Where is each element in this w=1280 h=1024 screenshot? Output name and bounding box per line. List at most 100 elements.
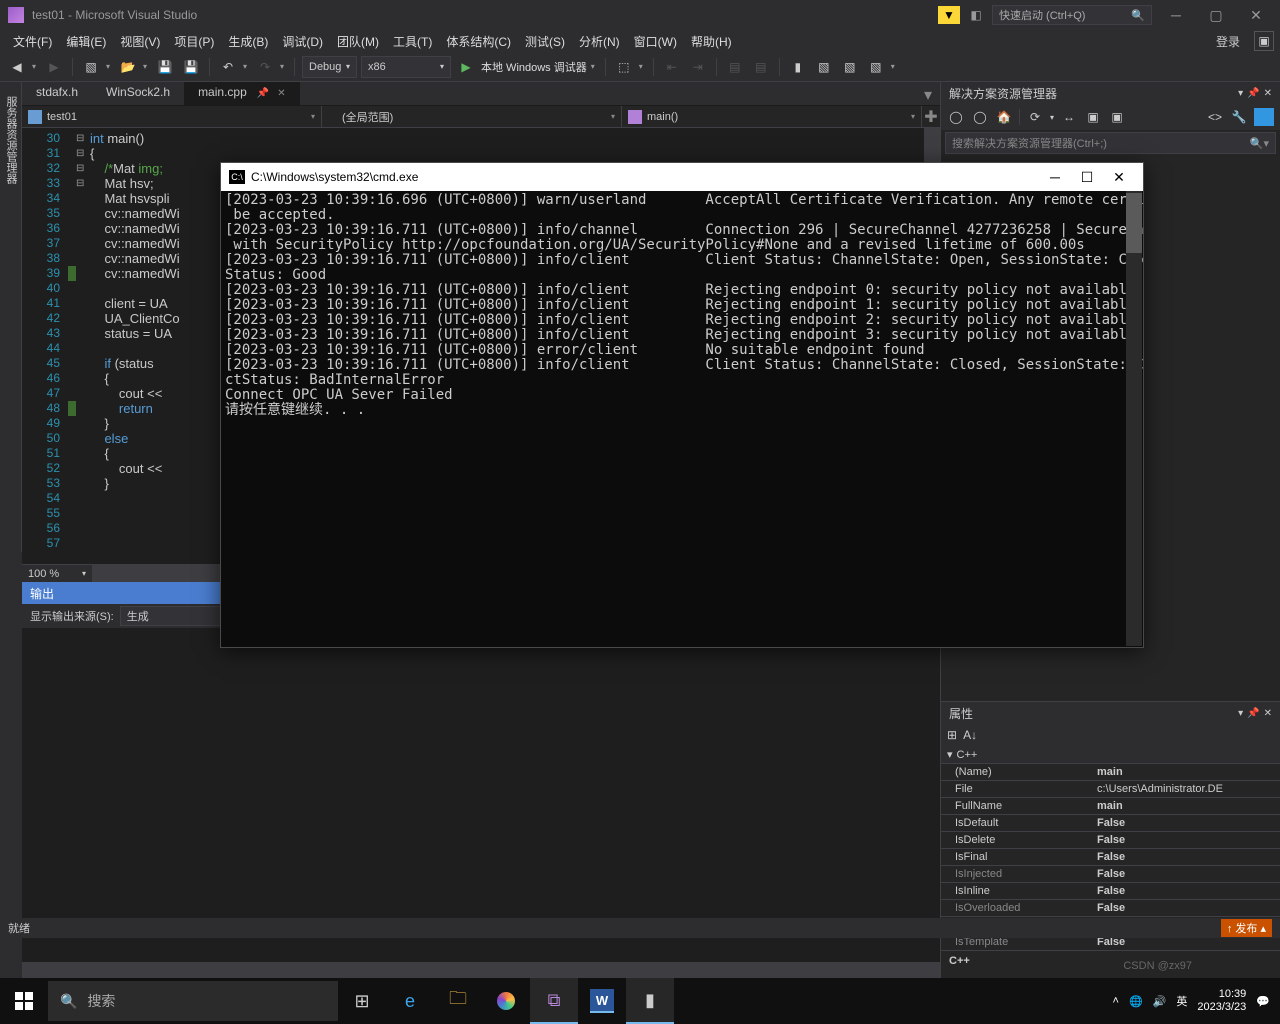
nav-back-button[interactable]: ◀ [6, 56, 28, 78]
ime-indicator[interactable]: 英 [1176, 993, 1187, 1009]
publish-button[interactable]: ↑ 发布 ▴ [1221, 919, 1272, 937]
fold-margin[interactable]: ⊟⊟⊟⊟ [76, 128, 90, 564]
menu-analyze[interactable]: 分析(N) [572, 33, 627, 50]
panel-dropdown-icon[interactable]: ▾ [1238, 708, 1243, 719]
menu-project[interactable]: 项目(P) [167, 33, 221, 50]
new-project-button[interactable]: ▧ [80, 56, 102, 78]
indent-button[interactable]: ⇥ [687, 56, 709, 78]
tab-overflow-button[interactable]: ▾ [916, 82, 940, 105]
minimize-button[interactable]: ─ [1160, 5, 1192, 25]
tool-btn-2[interactable]: ▧ [813, 56, 835, 78]
cmd-titlebar[interactable]: C:\ C:\Windows\system32\cmd.exe ─ ☐ ✕ [221, 163, 1143, 191]
sol-back-button[interactable]: ◯ [947, 108, 965, 126]
feedback-icon[interactable]: ◧ [968, 7, 984, 23]
start-debug-button[interactable]: ▶ [455, 56, 477, 78]
cmd-window[interactable]: C:\ C:\Windows\system32\cmd.exe ─ ☐ ✕ [2… [220, 162, 1144, 648]
toolbox-tab[interactable]: 工具箱 [0, 88, 1, 552]
props-row[interactable]: IsFinalFalse [941, 848, 1280, 865]
word-app-icon[interactable]: W [590, 989, 614, 1013]
split-editor-button[interactable]: ✚ [922, 106, 940, 127]
pin-icon[interactable]: 📌 [1247, 708, 1259, 719]
cmd-output[interactable]: [2023-03-23 10:39:16.696 (UTC+0800)] war… [221, 191, 1143, 631]
close-icon[interactable]: ✕ [277, 88, 285, 99]
menu-help[interactable]: 帮助(H) [684, 33, 739, 50]
cmd-minimize-button[interactable]: ─ [1039, 167, 1071, 187]
undo-button[interactable]: ↶ [217, 56, 239, 78]
bookmark-button[interactable]: ▮ [787, 56, 809, 78]
system-tray[interactable]: ˄ 🌐 🔊 英 10:392023/3/23 💬 [1113, 988, 1280, 1014]
explorer-app-icon[interactable]: 🗀 [434, 978, 482, 1024]
notification-icon[interactable]: ▼ [938, 6, 960, 24]
alpha-button[interactable]: A↓ [963, 728, 977, 742]
menu-test[interactable]: 测试(S) [518, 33, 572, 50]
redo-button[interactable]: ↷ [254, 56, 276, 78]
cmd-maximize-button[interactable]: ☐ [1071, 167, 1103, 187]
scope-combo[interactable]: (全局范围)▾ [322, 106, 622, 127]
sol-refresh-button[interactable]: ⟳ [1026, 108, 1044, 126]
tool-btn-4[interactable]: ▧ [865, 56, 887, 78]
server-explorer-tab[interactable]: 服务器资源管理器 [1, 88, 21, 552]
props-row[interactable]: IsOverloadedFalse [941, 899, 1280, 916]
props-row[interactable]: (Name)main [941, 763, 1280, 780]
menu-file[interactable]: 文件(F) [6, 33, 59, 50]
panel-dropdown-icon[interactable]: ▾ [1238, 88, 1243, 99]
save-all-button[interactable]: 💾 [180, 56, 202, 78]
config-combo[interactable]: Debug▾ [302, 56, 357, 78]
cmd-vscrollbar[interactable] [1126, 191, 1142, 646]
sol-sync-button[interactable]: ↔ [1060, 108, 1078, 126]
outdent-button[interactable]: ⇤ [661, 56, 683, 78]
tab-stdafx[interactable]: stdafx.h [22, 82, 92, 105]
start-button[interactable] [0, 978, 48, 1024]
comment-button[interactable]: ▤ [724, 56, 746, 78]
solution-search-input[interactable]: 搜索解决方案资源管理器(Ctrl+;)🔍▾ [945, 132, 1276, 154]
props-row[interactable]: IsInlineFalse [941, 882, 1280, 899]
props-row[interactable]: Filec:\Users\Administrator.DE [941, 780, 1280, 797]
pin-icon[interactable]: 📌 [257, 88, 269, 99]
taskbar-search-input[interactable]: 🔍搜索 [48, 981, 338, 1021]
cmd-app-icon[interactable]: ▮ [626, 978, 674, 1024]
sign-in-link[interactable]: 登录 [1208, 33, 1248, 50]
debugger-label[interactable]: 本地 Windows 调试器 [481, 59, 587, 75]
tool-btn-3[interactable]: ▧ [839, 56, 861, 78]
sol-code-button[interactable]: <> [1206, 108, 1224, 126]
save-button[interactable]: 💾 [154, 56, 176, 78]
sol-props-button[interactable]: 🔧 [1230, 108, 1248, 126]
output-body[interactable] [22, 628, 940, 962]
props-row[interactable]: IsDeleteFalse [941, 831, 1280, 848]
props-row[interactable]: IsDefaultFalse [941, 814, 1280, 831]
chevron-up-icon[interactable]: ˄ [1113, 995, 1119, 1007]
photos-app-icon[interactable] [482, 978, 530, 1024]
solution-title[interactable]: 解决方案资源管理器 ▾📌✕ [941, 82, 1280, 104]
edge-app-icon[interactable]: e [386, 978, 434, 1024]
menu-edit[interactable]: 编辑(E) [59, 33, 113, 50]
clock[interactable]: 10:392023/3/23 [1197, 988, 1246, 1014]
menu-team[interactable]: 团队(M) [330, 33, 386, 50]
sol-collapse-button[interactable]: ▣ [1108, 108, 1126, 126]
member-combo[interactable]: main()▾ [622, 106, 922, 127]
menu-arch[interactable]: 体系结构(C) [439, 33, 518, 50]
open-file-button[interactable]: 📂 [117, 56, 139, 78]
categorized-button[interactable]: ⊞ [947, 728, 957, 742]
sol-active-button[interactable] [1254, 108, 1274, 126]
menu-window[interactable]: 窗口(W) [627, 33, 684, 50]
zoom-combo[interactable]: 100 %▾ [22, 564, 92, 582]
maximize-button[interactable]: ▢ [1200, 5, 1232, 25]
close-icon[interactable]: ✕ [1264, 708, 1272, 719]
quick-launch-input[interactable]: 快速启动 (Ctrl+Q)🔍 [992, 5, 1152, 25]
tab-winsock[interactable]: WinSock2.h [92, 82, 184, 105]
uncomment-button[interactable]: ▤ [750, 56, 772, 78]
nav-fwd-button[interactable]: ▶ [43, 56, 65, 78]
props-row[interactable]: FullNamemain [941, 797, 1280, 814]
props-row[interactable]: IsInjectedFalse [941, 865, 1280, 882]
props-category[interactable]: ▾C++ [941, 746, 1280, 763]
volume-icon[interactable]: 🔊 [1153, 995, 1167, 1008]
menu-tools[interactable]: 工具(T) [386, 33, 439, 50]
notification-center-icon[interactable]: 💬 [1256, 995, 1270, 1008]
properties-title[interactable]: 属性 ▾📌✕ [941, 702, 1280, 724]
sol-showall-button[interactable]: ▣ [1084, 108, 1102, 126]
close-icon[interactable]: ✕ [1264, 88, 1272, 99]
menu-view[interactable]: 视图(V) [113, 33, 167, 50]
menu-debug[interactable]: 调试(D) [275, 33, 330, 50]
vs-app-icon[interactable]: ⧉ [530, 978, 578, 1024]
taskview-button[interactable]: ⊞ [338, 978, 386, 1024]
